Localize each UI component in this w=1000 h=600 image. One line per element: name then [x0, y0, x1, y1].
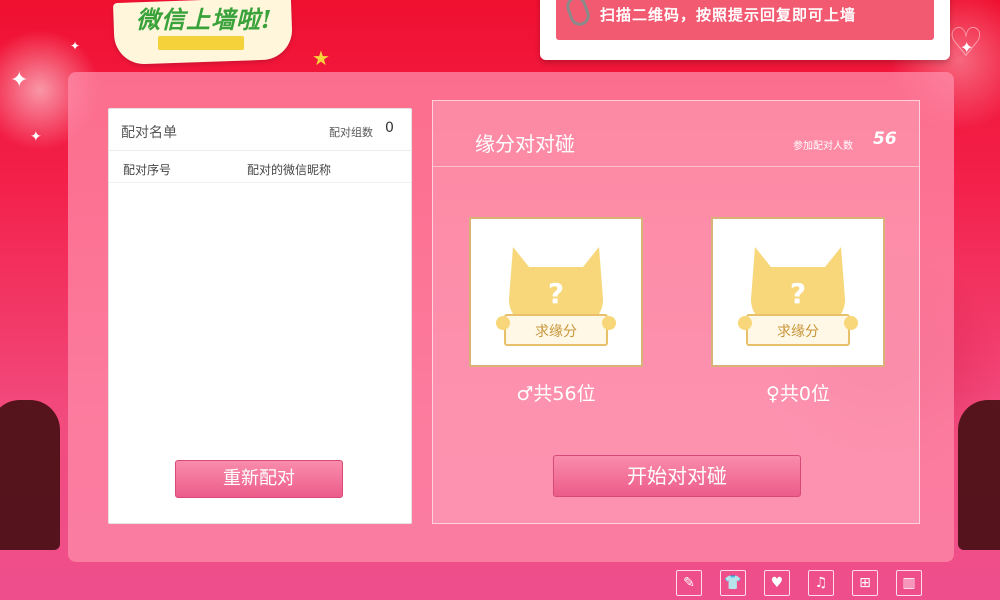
couple-silhouette — [958, 400, 1000, 550]
female-count: ♀共0位 — [765, 383, 830, 405]
mystery-cat-icon: ? 求缘分 — [738, 247, 858, 346]
banner-text: 扫描二维码，按照提示回复即可上墙 — [600, 6, 857, 24]
pair-list-title: 配对名单 — [121, 125, 177, 141]
pen-icon[interactable]: ✎ — [676, 570, 702, 596]
music-icon[interactable]: ♫ — [808, 570, 834, 596]
gift-icon[interactable]: ⊞ — [852, 570, 878, 596]
pair-count: 0 — [385, 120, 394, 136]
svg-text:?: ? — [548, 277, 564, 310]
male-count: ♂共56位 — [516, 383, 596, 405]
participants-label: 参加配对人数 — [793, 141, 853, 152]
wall-logo: 微信上墙啦! ★ — [108, 0, 330, 70]
participants-count: 56 — [873, 129, 897, 149]
sparkle-icon: ✦ — [10, 68, 29, 93]
pair-list-card: 配对名单 配对组数 0 配对序号 配对的微信昵称 重新配对 — [108, 108, 412, 524]
paperclip-icon — [563, 0, 593, 29]
sparkle-icon: ✦ — [30, 129, 42, 145]
hearts-icon[interactable]: ♥ — [764, 570, 790, 596]
match-header: 缘分对对碰 参加配对人数 56 — [433, 101, 919, 167]
heart-icon: ♡ — [948, 20, 984, 66]
column-header-nickname: 配对的微信昵称 — [247, 163, 332, 177]
couple-silhouette — [0, 400, 60, 550]
rematch-button[interactable]: 重新配对 — [175, 460, 343, 498]
female-sign-text: 求缘分 — [777, 324, 819, 340]
bottom-toolbar: ✎ 👕 ♥ ♫ ⊞ ▥ — [676, 570, 926, 598]
pair-count-label: 配对组数 — [329, 126, 373, 139]
match-card: 缘分对对碰 参加配对人数 56 ? 求缘分 ? 求缘分 ♂共56位 ♀共0位 开… — [432, 100, 920, 524]
male-avatar-slot: ? 求缘分 — [469, 217, 643, 367]
star-icon: ★ — [312, 46, 330, 70]
sparkle-icon: ✦ — [70, 39, 81, 53]
match-title: 缘分对对碰 — [475, 132, 575, 156]
bar-chart-icon[interactable]: ▥ — [896, 570, 922, 596]
mystery-cat-icon: ? 求缘分 — [496, 247, 616, 346]
instruction-banner: 扫描二维码，按照提示回复即可上墙 — [540, 0, 950, 60]
column-header-index: 配对序号 — [123, 163, 172, 177]
pair-list-header: 配对名单 配对组数 0 — [109, 109, 411, 151]
start-match-button[interactable]: 开始对对碰 — [553, 455, 801, 497]
male-sign-text: 求缘分 — [535, 324, 577, 340]
logo-highlight — [158, 36, 244, 50]
pair-list-columns: 配对序号 配对的微信昵称 — [109, 151, 411, 183]
banner-inner: 扫描二维码，按照提示回复即可上墙 — [556, 0, 934, 40]
shirt-icon[interactable]: 👕 — [720, 570, 746, 596]
svg-text:?: ? — [790, 277, 806, 310]
logo-text: 微信上墙啦! — [136, 5, 273, 34]
female-avatar-slot: ? 求缘分 — [711, 217, 885, 367]
